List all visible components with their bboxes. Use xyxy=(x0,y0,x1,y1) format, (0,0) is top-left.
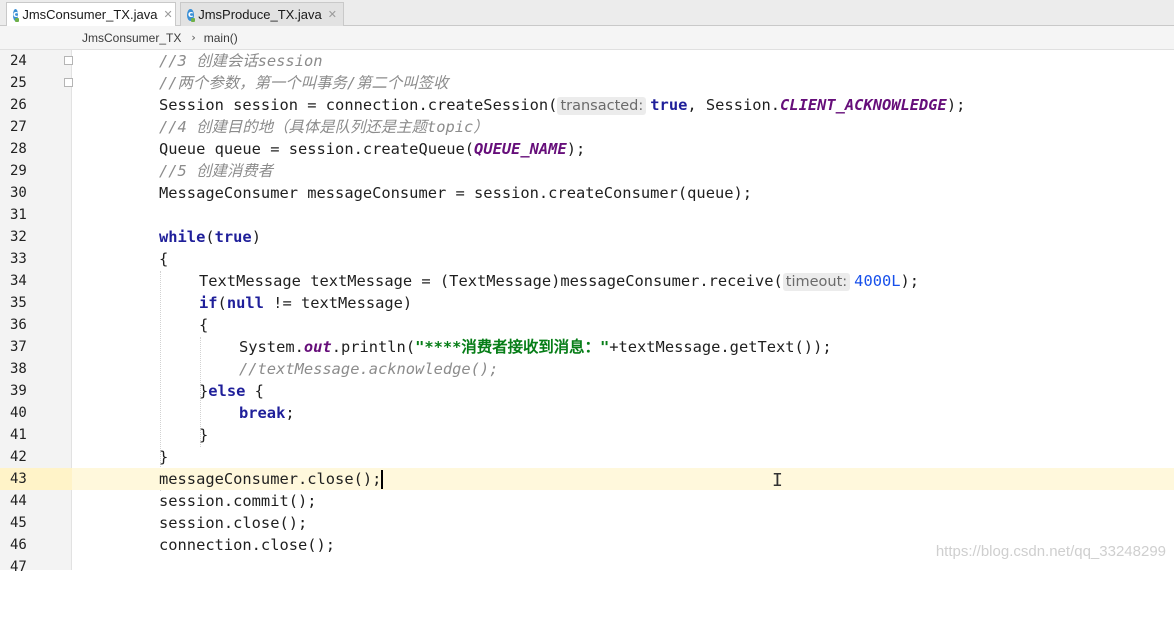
java-class-icon: c xyxy=(187,8,196,22)
text-caret xyxy=(381,470,384,489)
parameter-hint: timeout: xyxy=(782,273,851,291)
code-line-38: 38 //textMessage.acknowledge(); xyxy=(10,360,499,378)
close-tab-icon[interactable]: ✕ xyxy=(328,8,337,21)
code-line-35: 35 if(null != textMessage) xyxy=(10,294,413,312)
code-line-45: 45 session.close(); xyxy=(10,514,308,532)
tab-jmsconsumer-tx[interactable]: c JmsConsumer_TX.java ✕ xyxy=(6,2,176,26)
code-line-29: 29 //5 创建消费者 xyxy=(10,162,274,180)
code-line-37: 37 System.out.println("****消费者接收到消息："+te… xyxy=(10,338,832,356)
fold-marker-icon[interactable] xyxy=(64,78,73,87)
breadcrumb: JmsConsumer_TX › main() xyxy=(0,26,1174,50)
code-line-42: 42 } xyxy=(10,448,169,466)
close-tab-icon[interactable]: ✕ xyxy=(163,8,172,21)
fold-marker-icon[interactable] xyxy=(64,56,73,65)
code-line-25: 25 //两个参数，第一个叫事务/第二个叫签收 xyxy=(10,74,449,92)
code-line-24: 24 //3 创建会话session xyxy=(10,52,323,70)
code-line-36: 36 { xyxy=(10,316,209,334)
code-line-39: 39 }else { xyxy=(10,382,264,400)
code-line-31: 31 xyxy=(10,207,27,223)
code-line-41: 41 } xyxy=(10,426,209,444)
code-line-27: 27 //4 创建目的地（具体是队列还是主题topic） xyxy=(10,118,489,136)
breadcrumb-class[interactable]: JmsConsumer_TX xyxy=(82,31,181,45)
code-line-44: 44 session.commit(); xyxy=(10,492,317,510)
chevron-right-icon: › xyxy=(191,31,196,44)
code-line-33: 33 { xyxy=(10,250,169,268)
tab-label: JmsProduce_TX.java xyxy=(198,7,322,22)
code-line-28: 28 Queue queue = session.createQueue(QUE… xyxy=(10,140,586,158)
code-editor[interactable]: 24 //3 创建会话session 25 //两个参数，第一个叫事务/第二个叫… xyxy=(0,50,1174,575)
mouse-ibeam-cursor-icon: I xyxy=(772,470,783,491)
code-line-34: 34 TextMessage textMessage = (TextMessag… xyxy=(10,272,920,291)
editor-tab-bar: c JmsConsumer_TX.java ✕ c JmsProduce_TX.… xyxy=(0,0,1174,26)
tab-label: JmsConsumer_TX.java xyxy=(22,7,158,22)
code-line-32: 32 while(true) xyxy=(10,228,261,246)
code-line-40: 40 break; xyxy=(10,404,295,422)
java-class-icon: c xyxy=(13,8,20,22)
tab-jmsproduce-tx[interactable]: c JmsProduce_TX.java ✕ xyxy=(180,2,344,26)
code-line-43-current: 43 messageConsumer.close(); xyxy=(0,468,1174,490)
watermark: https://blog.csdn.net/qq_33248299 xyxy=(935,543,1166,560)
code-line-26: 26 Session session = connection.createSe… xyxy=(10,96,966,115)
parameter-hint: transacted: xyxy=(557,97,647,115)
breadcrumb-method[interactable]: main() xyxy=(204,31,238,45)
code-line-30: 30 MessageConsumer messageConsumer = ses… xyxy=(10,184,753,202)
